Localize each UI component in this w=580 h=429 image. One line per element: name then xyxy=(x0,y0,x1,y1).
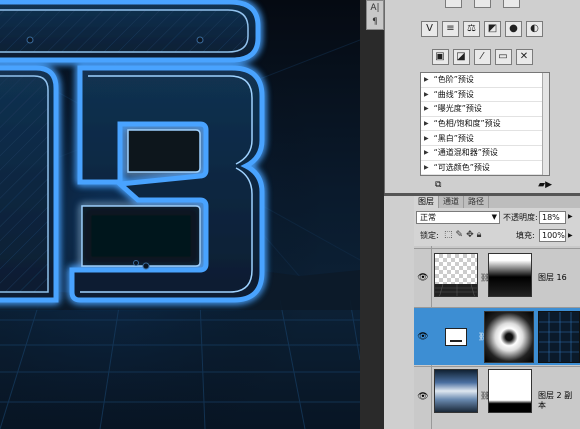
channel-mixer-icon[interactable]: ◐ xyxy=(526,21,543,37)
photoshop-window: A| ¶ V ≡ ⚖ ◩ ● ◐ ▣ ◪ ⁄ ▭ ✕ ▶ “色阶”预设 ▶ “曲线”… xyxy=(0,0,580,429)
preset-levels[interactable]: ▶ “色阶”预设 xyxy=(421,73,549,88)
fill-label: 填充: xyxy=(516,231,535,240)
document-canvas[interactable] xyxy=(0,0,360,429)
presets-scrollbar[interactable] xyxy=(542,73,549,175)
balance-scale-icon[interactable]: ⚖ xyxy=(463,21,480,37)
eye-icon[interactable]: 👁︎ xyxy=(417,272,429,284)
layer-row[interactable]: 👁︎ ⛓︎ 图层 2 副本 xyxy=(414,366,580,426)
adjustments-row-1: V ≡ ⚖ ◩ ● ◐ xyxy=(384,21,580,37)
layer-name[interactable]: 图层 2 副本 xyxy=(538,391,580,411)
opacity-input[interactable]: 18% xyxy=(539,211,566,224)
preset-selective-color[interactable]: ▶ “可选颜色”预设 xyxy=(421,161,549,175)
opacity-label: 不透明度: xyxy=(503,213,538,222)
preset-exposure[interactable]: ▶ “曝光度”预设 xyxy=(421,102,549,117)
layer-mask-thumbnail[interactable] xyxy=(484,311,534,363)
layer-thumbnail xyxy=(434,369,478,413)
photo-filter-icon[interactable]: ● xyxy=(505,21,522,37)
adjustments-footer: ⧉ ▰▶ xyxy=(385,180,580,192)
character-panel-button[interactable]: A| xyxy=(367,1,383,15)
posterize-icon[interactable]: ◪ xyxy=(452,49,470,65)
layer-mask-thumbnail[interactable] xyxy=(488,253,532,297)
preset-black-white[interactable]: ▶ “黑白”预设 xyxy=(421,131,549,146)
lock-all-icon[interactable]: 🔒︎ xyxy=(477,230,482,240)
fill-slider-arrow-icon[interactable]: ▶ xyxy=(568,232,573,239)
top-icons-row xyxy=(384,0,580,10)
blend-mode-select[interactable]: 正常 ▼ xyxy=(416,211,500,224)
preset-curves[interactable]: ▶ “曲线”预设 xyxy=(421,88,549,103)
mini-toolbar: A| ¶ xyxy=(366,0,384,30)
adjustment-presets-list: ▶ “色阶”预设 ▶ “曲线”预设 ▶ “曝光度”预设 ▶ “色相/饱和度”预设 ▶ “黑… xyxy=(420,72,550,176)
clip-to-layer-icon[interactable]: ⧉ xyxy=(435,180,441,192)
bw-diagonal-icon[interactable]: ◩ xyxy=(484,21,501,37)
adjustment-layer-icon xyxy=(436,320,476,354)
link-icon[interactable]: ⛓︎ xyxy=(480,273,490,283)
eye-icon[interactable]: 👁︎ xyxy=(417,391,429,403)
side-dock xyxy=(384,196,414,429)
histogram-icon[interactable] xyxy=(444,0,462,8)
layer-thumbnail xyxy=(538,311,580,363)
lock-position-icon[interactable]: ✥ xyxy=(466,230,474,240)
hue-bars-icon[interactable]: ≡ xyxy=(442,21,459,37)
adjustments-row-2: ▣ ◪ ⁄ ▭ ✕ xyxy=(384,49,580,65)
gradient-map-icon[interactable]: ▭ xyxy=(494,49,512,65)
panel-divider xyxy=(360,0,384,429)
invert-icon[interactable]: ▣ xyxy=(431,49,449,65)
tab-layers[interactable]: 图层 xyxy=(414,196,439,208)
lock-label: 锁定: xyxy=(420,231,439,240)
layer-name[interactable]: 图层 16 xyxy=(538,273,567,283)
lock-icons: ⬚ ✎ ✥ 🔒︎ xyxy=(444,230,481,240)
lock-transparent-icon[interactable]: ⬚ xyxy=(444,230,453,240)
tab-channels[interactable]: 通道 xyxy=(439,196,464,208)
preset-hue-saturation[interactable]: ▶ “色相/饱和度”预设 xyxy=(421,117,549,132)
paragraph-panel-button[interactable]: ¶ xyxy=(367,15,383,29)
layer-row[interactable]: 👁︎ ⛓︎ 图层 16 xyxy=(414,248,580,306)
tab-paths[interactable]: 路径 xyxy=(464,196,489,208)
fill-input[interactable]: 100% xyxy=(539,229,566,242)
neon-letter xyxy=(0,0,265,303)
link-icon[interactable]: ⛓︎ xyxy=(480,391,490,401)
eye-icon[interactable]: 👁︎ xyxy=(417,331,429,343)
layers-list: 👁︎ ⛓︎ 图层 16 👁︎ ⛓︎ 👁︎ xyxy=(414,246,580,429)
preset-channel-mixer[interactable]: ▶ “通道混和器”预设 xyxy=(421,146,549,161)
lock-pixels-icon[interactable]: ✎ xyxy=(456,230,464,240)
chevron-down-icon: ▼ xyxy=(491,213,497,221)
neon-artwork xyxy=(0,0,360,429)
info-icon[interactable] xyxy=(473,0,491,8)
blend-mode-value: 正常 xyxy=(420,213,436,222)
layer-thumbnail xyxy=(434,253,478,297)
layers-tabs: 图层 通道 路径 xyxy=(414,196,580,208)
threshold-icon[interactable]: ⁄ xyxy=(473,49,491,65)
layer-row-selected[interactable]: 👁︎ ⛓︎ xyxy=(414,307,580,365)
navigator-icon[interactable] xyxy=(502,0,520,8)
selective-color-icon[interactable]: ✕ xyxy=(515,49,533,65)
view-options-icon[interactable]: ▰▶ xyxy=(538,180,552,192)
layer-mask-thumbnail[interactable] xyxy=(488,369,532,413)
opacity-slider-arrow-icon[interactable]: ▶ xyxy=(568,213,573,220)
vibrance-v-icon[interactable]: V xyxy=(421,21,438,37)
